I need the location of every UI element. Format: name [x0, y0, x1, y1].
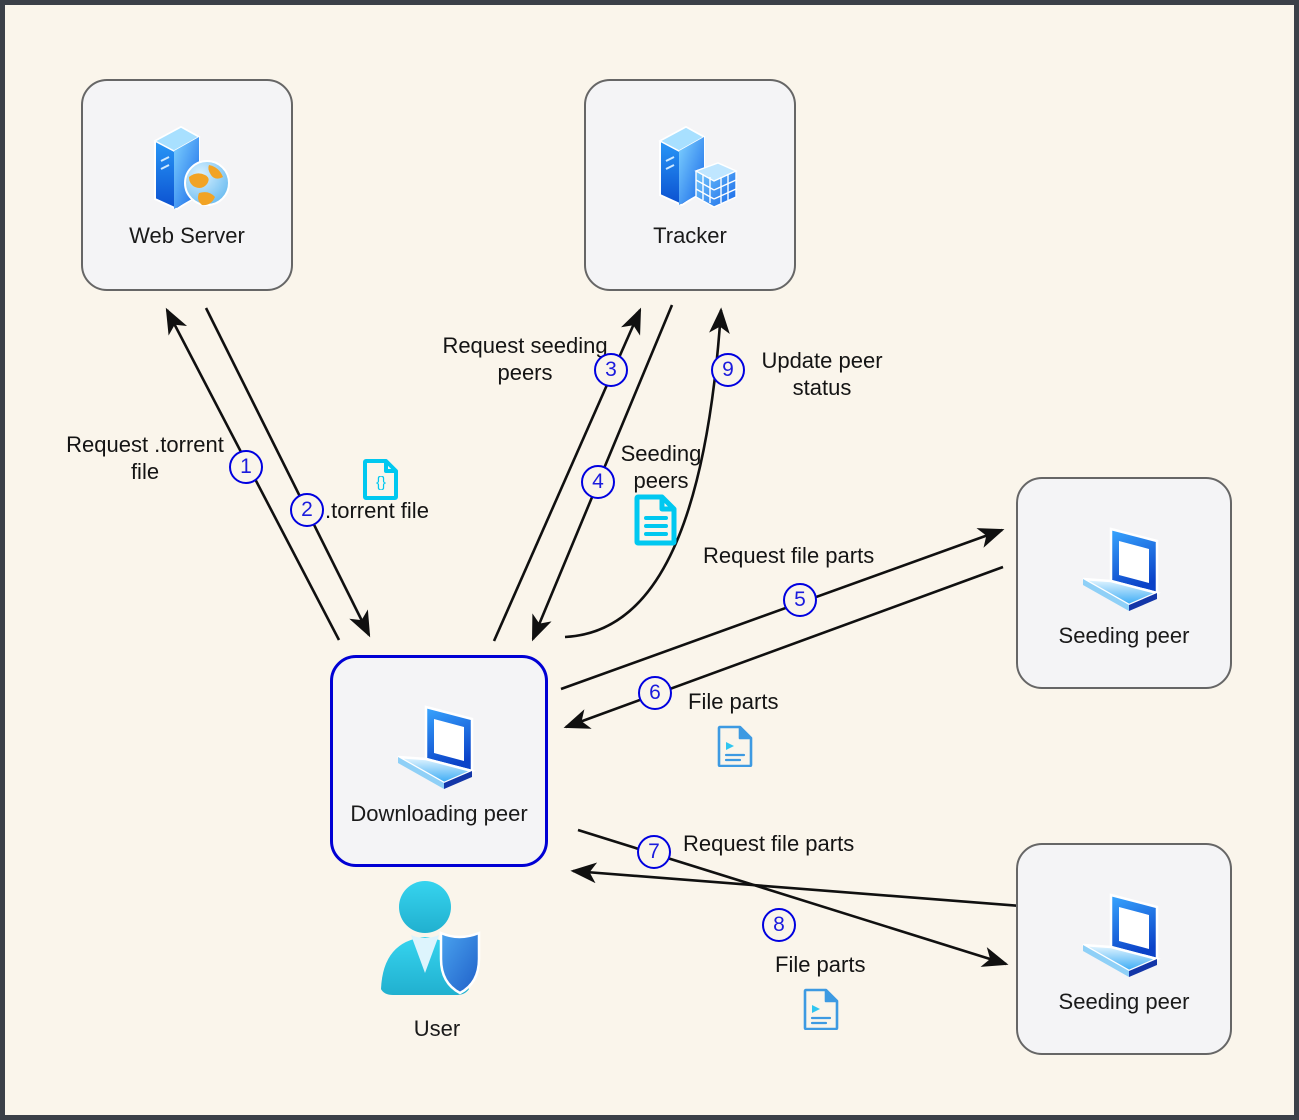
step-circle-7[interactable]: 7 — [637, 835, 671, 869]
step-circle-8[interactable]: 8 — [762, 908, 796, 942]
edge-label-2: .torrent file — [325, 498, 505, 525]
server-globe-icon — [137, 121, 237, 217]
step-circle-9[interactable]: 9 — [711, 353, 745, 387]
node-web-server[interactable]: Web Server — [81, 79, 293, 291]
edge-label-8: File parts — [775, 952, 935, 979]
edge-label-1: Request .torrent file — [55, 432, 235, 486]
step-circle-1[interactable]: 1 — [229, 450, 263, 484]
node-seeding-peer-top[interactable]: Seeding peer — [1016, 477, 1232, 689]
edge-label-4: Seeding peers — [613, 441, 709, 495]
node-user[interactable]: User — [357, 877, 517, 1042]
node-label: Downloading peer — [350, 801, 527, 827]
edge-label-6: File parts — [688, 689, 848, 716]
node-label: Seeding peer — [1059, 623, 1190, 649]
step-circle-6[interactable]: 6 — [638, 676, 672, 710]
json-file-icon: {} — [362, 458, 400, 500]
server-database-icon — [640, 121, 740, 217]
svg-text:{}: {} — [376, 474, 386, 491]
edge-label-7: Request file parts — [683, 831, 903, 858]
node-label: Seeding peer — [1059, 989, 1190, 1015]
node-downloading-peer[interactable]: Downloading peer — [330, 655, 548, 867]
node-label: Tracker — [653, 223, 727, 249]
media-file-icon — [803, 988, 839, 1030]
edge-label-9: Update peer status — [742, 348, 902, 402]
edge-label-5: Request file parts — [703, 543, 923, 570]
edge-label-3: Request seeding peers — [435, 333, 615, 387]
user-shield-icon — [367, 877, 507, 1014]
laptop-icon — [1065, 883, 1183, 983]
diagram-canvas: Web Server — [0, 0, 1299, 1120]
node-tracker[interactable]: Tracker — [584, 79, 796, 291]
step-circle-5[interactable]: 5 — [783, 583, 817, 617]
laptop-icon — [380, 695, 498, 795]
media-file-icon — [717, 725, 753, 767]
text-file-icon — [633, 494, 679, 546]
edge-7 — [573, 871, 1021, 906]
node-label: User — [414, 1016, 460, 1042]
node-label: Web Server — [129, 223, 245, 249]
step-circle-3[interactable]: 3 — [594, 353, 628, 387]
step-circle-4[interactable]: 4 — [581, 465, 615, 499]
node-seeding-peer-bottom[interactable]: Seeding peer — [1016, 843, 1232, 1055]
laptop-icon — [1065, 517, 1183, 617]
step-circle-2[interactable]: 2 — [290, 493, 324, 527]
